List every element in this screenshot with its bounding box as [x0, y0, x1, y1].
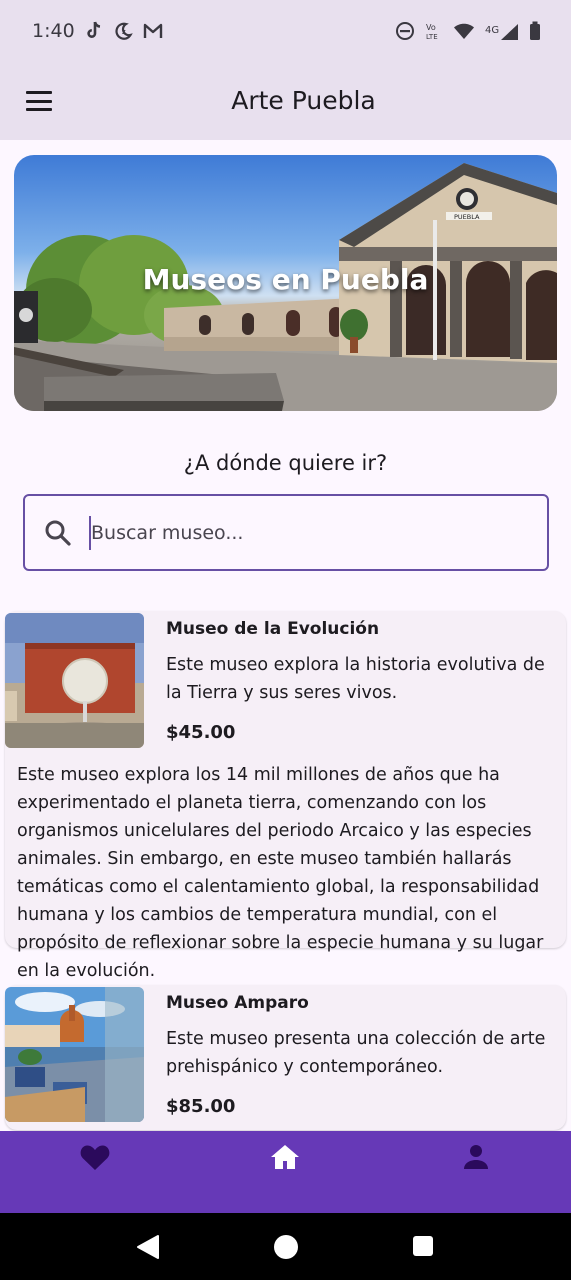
museum-card[interactable]: Museo de la Evolución Este museo explora…	[5, 611, 566, 981]
back-icon[interactable]	[136, 1234, 160, 1264]
museum-short-description: Este museo presenta una colección de art…	[166, 1029, 546, 1077]
app-title: Arte Puebla	[231, 86, 376, 115]
svg-text:4G: 4G	[485, 25, 499, 36]
nav-profile[interactable]	[458, 1143, 494, 1175]
status-bar: 1:40 z Vo LTE 4G	[0, 0, 571, 62]
status-right: Vo LTE 4G	[395, 21, 541, 41]
museum-name: Museo Amparo	[166, 993, 309, 1013]
museum-short-description: Este museo explora la historia evolutiva…	[166, 655, 545, 703]
museum-thumbnail	[5, 987, 144, 1122]
dnd-icon	[395, 21, 415, 41]
museum-thumbnail	[5, 613, 144, 748]
profile-icon	[462, 1143, 490, 1175]
museum-price: $45.00	[166, 722, 236, 743]
battery-icon	[529, 21, 541, 41]
status-time: 1:40	[32, 20, 75, 42]
search-prompt: ¿A dónde quiere ir?	[183, 451, 388, 475]
moon-icon: z	[113, 21, 133, 41]
4g-signal-icon: 4G	[485, 21, 519, 41]
svg-text:z: z	[122, 28, 126, 36]
search-icon	[43, 518, 73, 552]
museum-long-description: Este museo explora los 14 mil millones d…	[17, 765, 544, 981]
hero-title: Museos en Puebla	[142, 263, 429, 296]
gmail-icon	[143, 23, 163, 39]
status-left: 1:40 z	[32, 20, 163, 42]
system-navigation-bar	[0, 1213, 571, 1280]
volte-icon: Vo LTE	[425, 21, 443, 41]
search-box[interactable]	[23, 494, 549, 571]
search-input[interactable]	[89, 516, 509, 550]
nav-home[interactable]	[267, 1143, 303, 1175]
museum-name: Museo de la Evolución	[166, 619, 380, 639]
home-icon	[270, 1143, 300, 1175]
museum-card[interactable]: Museo Amparo Este museo presenta una col…	[5, 985, 566, 1130]
recents-icon[interactable]	[411, 1234, 435, 1262]
wifi-icon	[453, 22, 475, 40]
app-bar: Arte Puebla	[0, 62, 571, 140]
svg-text:Vo: Vo	[426, 23, 436, 32]
hero-banner: PUEBLA Museos en Puebla	[14, 155, 557, 411]
bottom-navigation	[0, 1131, 571, 1213]
tiktok-icon	[85, 21, 103, 41]
nav-favorites[interactable]	[77, 1143, 113, 1175]
station-sign: PUEBLA	[454, 213, 480, 221]
favorites-icon	[80, 1143, 110, 1175]
svg-text:LTE: LTE	[426, 33, 438, 41]
home-nav-icon[interactable]	[273, 1234, 299, 1264]
museum-price: $85.00	[166, 1096, 236, 1117]
